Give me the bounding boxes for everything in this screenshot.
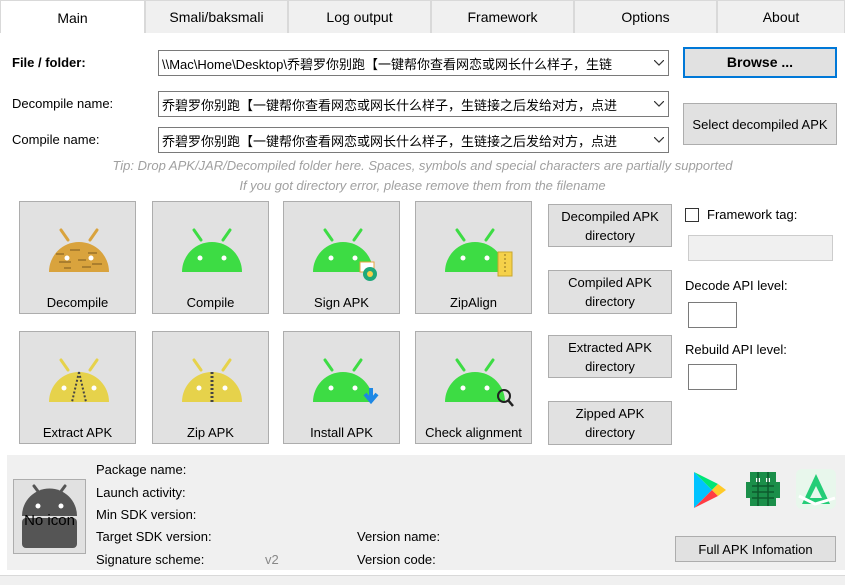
check-alignment-label: Check alignment: [425, 425, 522, 440]
apkpure-icon[interactable]: [795, 468, 837, 510]
target-sdk-label: Target SDK version:: [96, 529, 212, 544]
compile-tile[interactable]: Compile: [152, 201, 269, 314]
tab-smali-label: Smali/baksmali: [169, 9, 264, 25]
select-decompiled-apk-button[interactable]: Select decompiled APK: [683, 103, 837, 145]
version-name-label: Version name:: [357, 529, 441, 544]
min-sdk-label: Min SDK version:: [96, 507, 197, 522]
decompile-name-value: 乔碧罗你别跑【一键帮你查看网恋或网长什么样子，生链接之后发给对方，点进: [162, 97, 618, 113]
compile-name-label: Compile name:: [12, 132, 100, 147]
compile-label: Compile: [186, 295, 235, 310]
google-play-icon[interactable]: [692, 470, 728, 510]
file-folder-label: File / folder:: [12, 55, 86, 70]
zipalign-tile[interactable]: ZipAlign: [415, 201, 532, 314]
zip-apk-tile[interactable]: Zip APK: [152, 331, 269, 444]
android-install-icon: [313, 358, 379, 405]
zipped-apk-directory-button[interactable]: Zipped APK directory: [548, 401, 672, 445]
decode-api-level-label: Decode API level:: [685, 278, 788, 293]
rebuild-api-level-label: Rebuild API level:: [685, 342, 787, 357]
framework-tag-input[interactable]: [688, 235, 833, 261]
sign-apk-tile[interactable]: Sign APK: [283, 201, 400, 314]
tab-main[interactable]: Main: [0, 0, 145, 34]
check-alignment-tile[interactable]: Check alignment: [415, 331, 532, 444]
no-icon-text: No icon: [24, 512, 75, 529]
full-apk-information-button[interactable]: Full APK Infomation: [675, 536, 836, 562]
android-certificate-icon: [313, 228, 377, 281]
browse-button[interactable]: Browse ...: [683, 47, 837, 78]
extract-apk-label: Extract APK: [42, 425, 113, 440]
chevron-down-icon[interactable]: [650, 92, 668, 116]
decompile-tile[interactable]: Decompile: [19, 201, 136, 314]
tab-options-label: Options: [621, 9, 670, 25]
tab-smali[interactable]: Smali/baksmali: [145, 0, 288, 33]
package-name-label: Package name:: [96, 462, 187, 477]
decode-api-level-input[interactable]: [688, 302, 737, 328]
android-decompile-icon: [49, 228, 109, 272]
tab-bar: Main Smali/baksmali Log output Framework…: [0, 0, 845, 34]
zip-apk-label: Zip APK: [187, 425, 234, 440]
file-folder-value: \\Mac\Home\Desktop\乔碧罗你别跑【一键帮你查看网恋或网长什么样…: [162, 56, 612, 72]
framework-tag-label: Framework tag:: [707, 207, 798, 222]
extracted-apk-directory-button[interactable]: Extracted APK directory: [548, 335, 672, 378]
tab-about[interactable]: About: [717, 0, 845, 33]
signature-scheme-value: v2: [265, 552, 279, 567]
apkmirror-android-icon[interactable]: [744, 468, 782, 510]
file-folder-combo[interactable]: \\Mac\Home\Desktop\乔碧罗你别跑【一键帮你查看网恋或网长什么样…: [158, 50, 669, 76]
chevron-down-icon[interactable]: [650, 128, 668, 152]
framework-tag-checkbox[interactable]: [685, 208, 699, 222]
android-search-icon: [445, 358, 514, 407]
install-apk-tile[interactable]: Install APK: [283, 331, 400, 444]
decompile-name-combo[interactable]: 乔碧罗你别跑【一键帮你查看网恋或网长什么样子，生链接之后发给对方，点进: [158, 91, 669, 117]
sign-apk-label: Sign APK: [314, 295, 369, 310]
tab-main-label: Main: [57, 9, 88, 26]
install-apk-label: Install APK: [310, 425, 373, 440]
status-bar: [0, 575, 845, 585]
apk-icon-box: No icon: [13, 479, 86, 554]
decompiled-apk-directory-button[interactable]: Decompiled APK directory: [548, 204, 672, 247]
android-unzip-icon: [49, 358, 109, 402]
tab-about-label: About: [762, 9, 800, 25]
tab-framework-label: Framework: [467, 9, 538, 25]
launch-activity-label: Launch activity:: [96, 485, 186, 500]
android-zip-file-icon: [445, 228, 513, 277]
directory-error-tip: If you got directory error, please remov…: [239, 178, 606, 193]
tab-log-output[interactable]: Log output: [288, 0, 431, 33]
compiled-apk-directory-button[interactable]: Compiled APK directory: [548, 270, 672, 314]
tab-framework[interactable]: Framework: [431, 0, 574, 33]
zipalign-label: ZipAlign: [450, 295, 497, 310]
tab-log-output-label: Log output: [326, 9, 393, 25]
compile-name-value: 乔碧罗你别跑【一键帮你查看网恋或网长什么样子，生链接之后发给对方，点进: [162, 133, 618, 149]
version-code-label: Version code:: [357, 552, 436, 567]
android-icon: [182, 228, 242, 272]
compile-name-combo[interactable]: 乔碧罗你别跑【一键帮你查看网恋或网长什么样子，生链接之后发给对方，点进: [158, 127, 669, 153]
drop-tip: Tip: Drop APK/JAR/Decompiled folder here…: [112, 158, 733, 173]
decompile-name-label: Decompile name:: [12, 96, 114, 111]
tab-options[interactable]: Options: [574, 0, 717, 33]
decompile-label: Decompile: [46, 295, 109, 310]
chevron-down-icon[interactable]: [650, 51, 668, 75]
signature-scheme-label: Signature scheme:: [96, 552, 205, 567]
android-zip-icon: [182, 358, 242, 402]
rebuild-api-level-input[interactable]: [688, 364, 737, 390]
extract-apk-tile[interactable]: Extract APK: [19, 331, 136, 444]
